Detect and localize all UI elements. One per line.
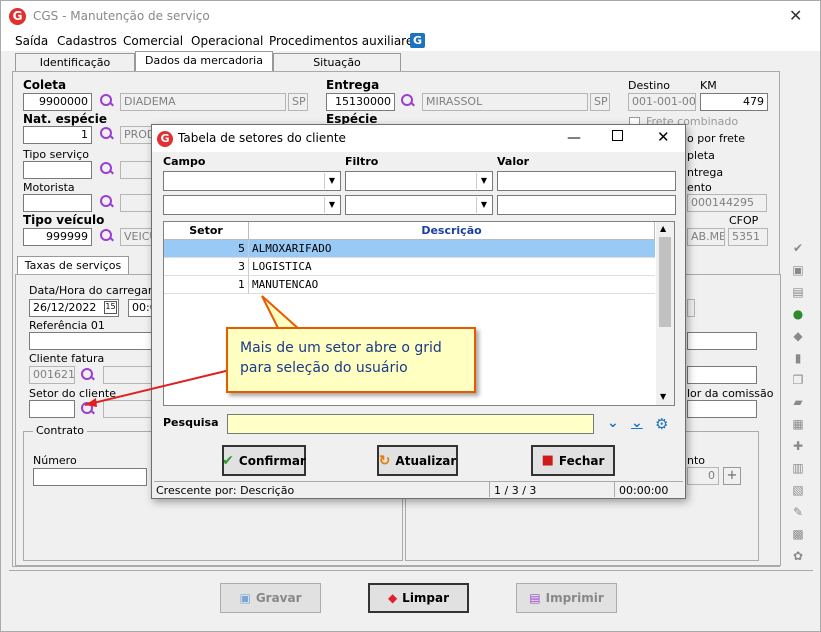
callout-arrow-head: [85, 398, 97, 407]
callout-pointers: [84, 295, 303, 407]
callout-line-2: para seleção do usuário: [240, 360, 408, 376]
callout-line-1: Mais de um setor abre o grid: [240, 340, 442, 356]
callout-arrow-line: [84, 369, 231, 406]
callout-note: Mais de um setor abre o grid para seleçã…: [226, 327, 476, 393]
